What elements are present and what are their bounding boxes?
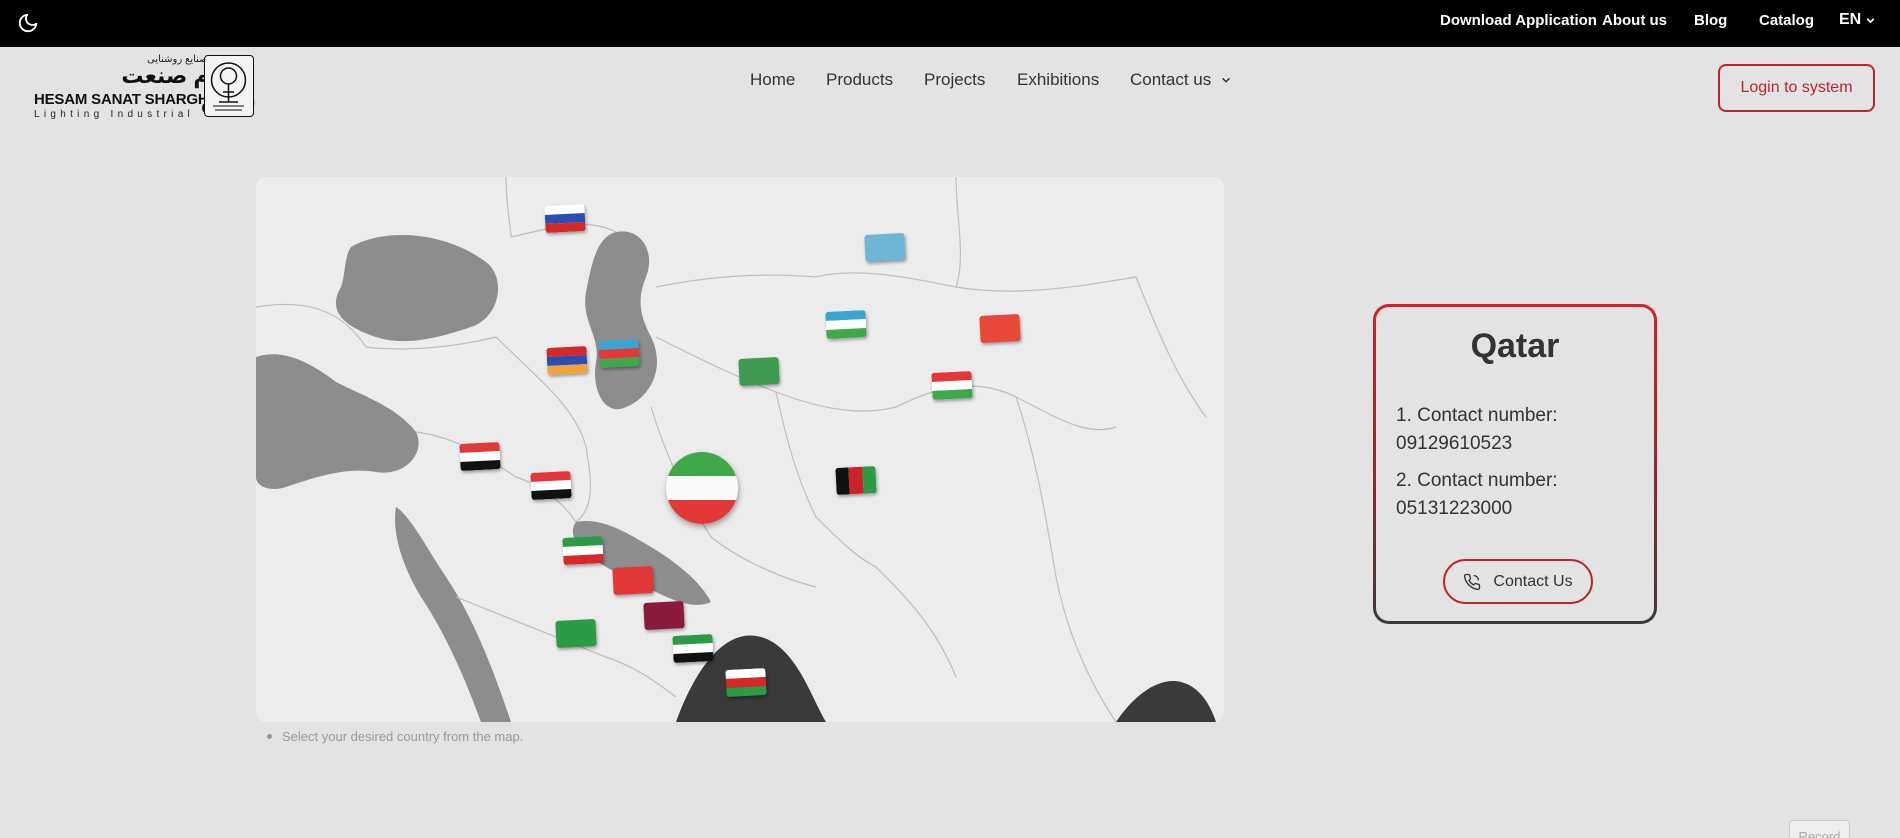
flag-bahrain[interactable] bbox=[612, 565, 654, 596]
top-bar: Download Application About us Blog Catal… bbox=[0, 0, 1900, 47]
about-us-link[interactable]: About us bbox=[1602, 12, 1667, 29]
contact1-value: 09129610523 bbox=[1396, 433, 1513, 454]
logo-subtitle: Lighting Industrial bbox=[34, 109, 195, 120]
flag-azerbaijan[interactable] bbox=[598, 338, 640, 369]
nav-projects[interactable]: Projects bbox=[924, 70, 985, 90]
map-hint: Select your desired country from the map… bbox=[267, 729, 523, 744]
flag-afghanistan[interactable] bbox=[835, 465, 877, 496]
country-info-card-body: Qatar 1. Contact number: 09129610523 2. … bbox=[1376, 307, 1654, 621]
nav-products[interactable]: Products bbox=[826, 70, 893, 90]
flag-oman[interactable] bbox=[725, 667, 767, 698]
blog-link[interactable]: Blog bbox=[1694, 12, 1727, 29]
nav-exhibitions[interactable]: Exhibitions bbox=[1017, 70, 1099, 90]
flag-armenia[interactable] bbox=[546, 345, 588, 376]
download-application-link[interactable]: Download Application bbox=[1440, 12, 1597, 29]
flag-kuwait[interactable] bbox=[562, 535, 604, 566]
nav-home[interactable]: Home bbox=[750, 70, 795, 90]
language-label: EN bbox=[1839, 11, 1862, 28]
bullet-dot bbox=[267, 734, 272, 739]
flag-iran[interactable] bbox=[666, 452, 738, 524]
flag-saudi-arabia[interactable] bbox=[555, 618, 597, 649]
country-title: Qatar bbox=[1470, 327, 1560, 365]
flag-syria[interactable] bbox=[459, 441, 501, 472]
logo-emblem-icon bbox=[204, 55, 254, 117]
country-map[interactable] bbox=[256, 177, 1224, 722]
nav-contact-dropdown[interactable]: Contact us bbox=[1130, 70, 1233, 90]
chevron-down-icon bbox=[1222, 77, 1231, 83]
flag-uzbekistan[interactable] bbox=[825, 309, 867, 340]
contact2-label: 2. Contact number: bbox=[1396, 470, 1558, 491]
flag-kyrgyzstan[interactable] bbox=[979, 313, 1021, 344]
contact1-label: 1. Contact number: bbox=[1396, 405, 1558, 426]
chevron-down-icon bbox=[1866, 17, 1875, 23]
flag-iraq[interactable] bbox=[530, 470, 572, 501]
flag-qatar[interactable] bbox=[643, 600, 685, 631]
record-button[interactable]: Record bbox=[1789, 820, 1850, 838]
contact-us-label: Contact Us bbox=[1493, 572, 1573, 590]
country-info-card: Qatar 1. Contact number: 09129610523 2. … bbox=[1373, 304, 1657, 624]
nav-contact-label: Contact us bbox=[1130, 70, 1212, 89]
flag-russia[interactable] bbox=[544, 203, 586, 234]
language-selector[interactable]: EN bbox=[1839, 11, 1877, 29]
moon-icon[interactable] bbox=[17, 12, 39, 34]
contact-us-button[interactable]: Contact Us bbox=[1443, 559, 1593, 604]
flag-tajikistan[interactable] bbox=[931, 370, 973, 401]
catalog-link[interactable]: Catalog bbox=[1759, 12, 1814, 29]
flag-uae[interactable] bbox=[672, 633, 714, 664]
logo-english-name: HESAM SANAT SHARGH bbox=[34, 91, 209, 108]
phone-icon bbox=[1464, 573, 1481, 590]
contact2-value: 05131223000 bbox=[1396, 498, 1513, 519]
company-logo[interactable]: صنایع روشنایی حسام صنعت شرق HESAM SANAT … bbox=[32, 54, 256, 120]
flag-kazakhstan[interactable] bbox=[864, 232, 906, 263]
map-hint-text: Select your desired country from the map… bbox=[282, 729, 524, 744]
flag-turkmenistan[interactable] bbox=[738, 356, 780, 387]
login-button[interactable]: Login to system bbox=[1718, 64, 1875, 112]
